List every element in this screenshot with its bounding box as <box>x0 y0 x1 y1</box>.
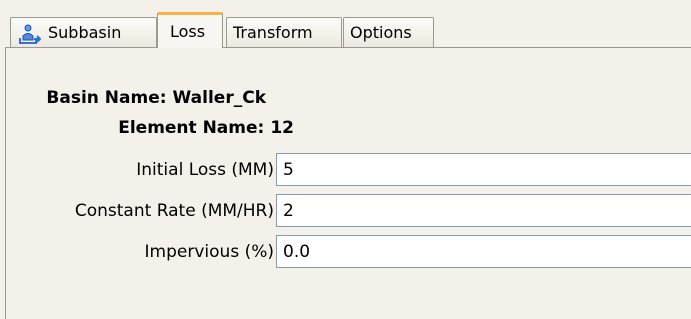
tab-subbasin[interactable]: Subbasin <box>10 17 157 47</box>
tab-options[interactable]: Options <box>343 17 434 47</box>
tab-transform-label: Transform <box>233 23 313 42</box>
subbasin-icon <box>17 22 42 44</box>
tab-loss-label: Loss <box>170 22 206 41</box>
element-name-row: Element Name: 12 <box>118 118 294 138</box>
initial-loss-label: Initial Loss (MM) <box>136 160 274 180</box>
element-name-value: 12 <box>270 118 294 138</box>
element-name-label: Element Name: <box>118 118 265 138</box>
constant-rate-input[interactable] <box>276 194 691 227</box>
loss-panel: Basin Name: Waller_Ck Element Name: 12 Ini… <box>5 47 691 319</box>
impervious-label: Impervious (%) <box>144 242 274 262</box>
tab-options-label: Options <box>350 23 412 42</box>
basin-name-label: Basin Name: <box>46 88 167 108</box>
initial-loss-input[interactable] <box>276 153 691 186</box>
tab-loss[interactable]: Loss <box>157 12 223 48</box>
basin-name-row: Basin Name: Waller_Ck <box>46 88 266 108</box>
basin-name-value: Waller_Ck <box>172 88 266 108</box>
tab-transform[interactable]: Transform <box>226 17 342 47</box>
tab-subbasin-label: Subbasin <box>48 23 122 42</box>
impervious-input[interactable] <box>276 235 691 268</box>
loss-editor-window: Subbasin Loss Transform Options Basin Na… <box>0 0 691 319</box>
constant-rate-label: Constant Rate (MM/HR) <box>74 201 274 221</box>
